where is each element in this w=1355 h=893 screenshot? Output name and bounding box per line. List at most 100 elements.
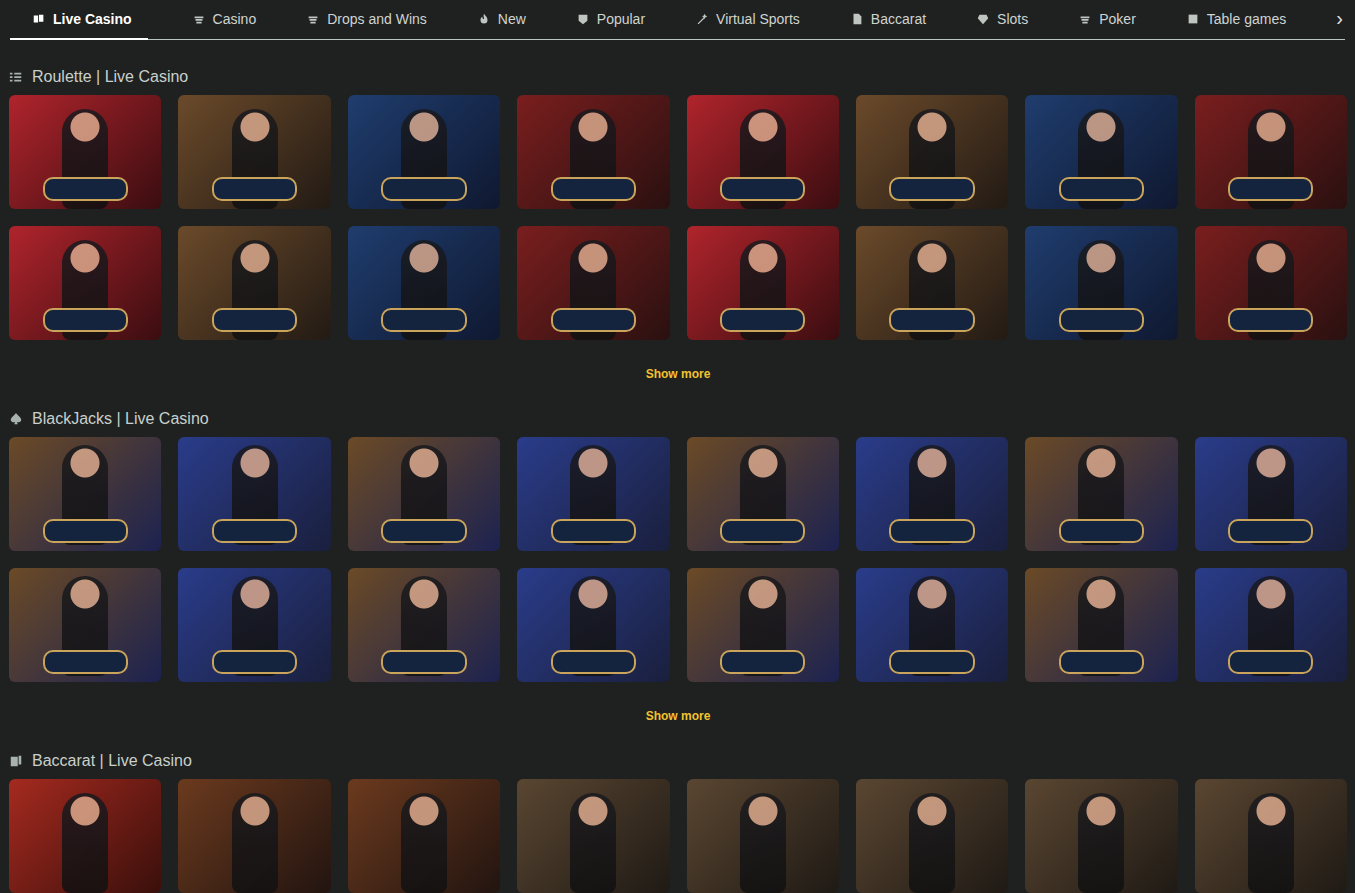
logo-plate [43,650,128,674]
game-grid [9,95,1347,340]
section-title: Baccarat | Live Casino [9,751,1347,771]
game-thumbnail[interactable] [348,95,500,209]
category-icon [192,12,206,26]
game-thumbnail[interactable] [178,437,330,551]
logo-plate [551,308,636,332]
game-thumbnail[interactable] [1195,437,1347,551]
dealer-image [1078,793,1124,893]
game-thumbnail[interactable] [517,95,669,209]
game-thumbnail[interactable] [856,95,1008,209]
game-thumbnail[interactable] [1025,95,1177,209]
logo-plate [212,177,297,201]
game-thumbnail[interactable] [517,226,669,340]
game-thumbnail[interactable] [1195,779,1347,893]
nav-tab[interactable]: Popular [570,0,651,40]
logo-plate [1228,177,1313,201]
game-thumbnail[interactable] [856,437,1008,551]
nav-tab[interactable]: Poker [1072,0,1142,40]
game-thumbnail[interactable] [856,779,1008,893]
game-thumbnail[interactable] [856,568,1008,682]
game-thumbnail[interactable] [517,779,669,893]
nav-tab[interactable]: Casino [186,0,263,40]
category-icon [477,12,491,26]
game-section: Roulette | Live CasinoShow more [0,67,1355,382]
game-thumbnail[interactable] [687,568,839,682]
baccarat-icon [9,754,23,768]
game-thumbnail[interactable] [1025,226,1177,340]
dealer-image [232,793,278,893]
dealer-image [909,793,955,893]
game-thumbnail[interactable] [1025,437,1177,551]
logo-plate [212,308,297,332]
logo-plate [212,519,297,543]
game-thumbnail[interactable] [9,95,161,209]
category-icon [1078,12,1092,26]
category-icon [32,12,46,26]
section-title: BlackJacks | Live Casino [9,409,1347,429]
logo-plate [889,308,974,332]
nav-tab[interactable]: Baccarat [844,0,932,40]
game-thumbnail[interactable] [178,779,330,893]
nav-tab[interactable]: Table games [1180,0,1292,40]
dealer-image [1248,793,1294,893]
logo-plate [720,650,805,674]
game-thumbnail[interactable] [517,437,669,551]
game-section: Baccarat | Live Casino [0,751,1355,893]
game-thumbnail[interactable] [348,226,500,340]
nav-tab[interactable]: Drops and Wins [300,0,433,40]
game-thumbnail[interactable] [1025,568,1177,682]
casino-lobby: Live Casino Casino Drops and Wins New Popula… [0,0,1355,893]
logo-plate [889,650,974,674]
game-thumbnail[interactable] [178,95,330,209]
logo-plate [720,177,805,201]
game-thumbnail[interactable] [1195,226,1347,340]
game-thumbnail[interactable] [687,437,839,551]
scroll-right-button[interactable]: › [1330,0,1345,39]
nav-tab[interactable]: New [471,0,532,40]
game-thumbnail[interactable] [348,437,500,551]
game-section: BlackJacks | Live Casino Show more [0,409,1355,724]
game-thumbnail[interactable] [9,226,161,340]
game-thumbnail[interactable] [687,779,839,893]
logo-plate [381,519,466,543]
category-icon [850,12,864,26]
category-nav: Live Casino Casino Drops and Wins New Popula… [10,0,1345,40]
logo-plate [551,177,636,201]
game-thumbnail[interactable] [1025,779,1177,893]
game-thumbnail[interactable] [1195,568,1347,682]
category-icon [976,12,990,26]
game-thumbnail[interactable] [856,226,1008,340]
dealer-image [740,793,786,893]
blackjack-icon [9,412,23,426]
game-grid [9,437,1347,682]
show-more-button[interactable]: Show more [9,682,1347,724]
logo-plate [212,650,297,674]
logo-plate [1059,519,1144,543]
logo-plate [551,519,636,543]
dealer-image [570,793,616,893]
game-thumbnail[interactable] [348,568,500,682]
game-thumbnail[interactable] [9,779,161,893]
game-thumbnail[interactable] [348,779,500,893]
game-thumbnail[interactable] [687,95,839,209]
logo-plate [1059,650,1144,674]
logo-plate [720,519,805,543]
game-thumbnail[interactable] [178,568,330,682]
nav-tab[interactable]: Live Casino [10,0,148,40]
category-icon [576,12,590,26]
logo-plate [1059,308,1144,332]
game-thumbnail[interactable] [687,226,839,340]
logo-plate [889,519,974,543]
nav-tab[interactable]: Virtual Sports [689,0,806,40]
dealer-image [62,793,108,893]
show-more-button[interactable]: Show more [9,340,1347,382]
game-thumbnail[interactable] [9,568,161,682]
game-thumbnail[interactable] [517,568,669,682]
game-thumbnail[interactable] [9,437,161,551]
logo-plate [1059,177,1144,201]
game-thumbnail[interactable] [178,226,330,340]
nav-tab[interactable]: Slots [970,0,1034,40]
logo-plate [1228,650,1313,674]
logo-plate [381,650,466,674]
game-thumbnail[interactable] [1195,95,1347,209]
